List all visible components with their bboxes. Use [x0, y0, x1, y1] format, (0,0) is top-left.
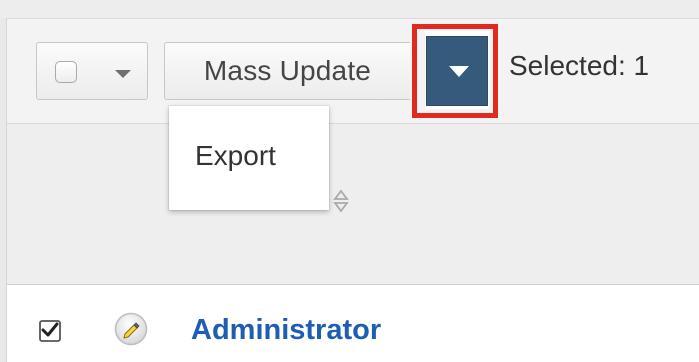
- top-strip: [0, 0, 699, 19]
- edit-icon[interactable]: [112, 310, 150, 348]
- checked-checkbox-icon[interactable]: [39, 320, 61, 342]
- sort-icon[interactable]: [332, 188, 350, 214]
- mass-update-button[interactable]: Mass Update: [164, 42, 410, 100]
- record-link-administrator[interactable]: Administrator: [191, 314, 381, 347]
- selected-count-label: Selected: 1: [509, 50, 650, 81]
- chevron-down-icon: [115, 70, 131, 78]
- mass-update-label: Mass Update: [203, 55, 372, 86]
- list-header-row: [7, 124, 699, 285]
- left-edge: [0, 18, 7, 362]
- menu-item-export[interactable]: Export: [195, 140, 276, 172]
- export-dropdown-menu: Export: [169, 106, 329, 210]
- chevron-down-icon: [449, 66, 469, 77]
- checkbox-icon[interactable]: [55, 61, 77, 83]
- select-all-dropdown-button[interactable]: [36, 42, 148, 100]
